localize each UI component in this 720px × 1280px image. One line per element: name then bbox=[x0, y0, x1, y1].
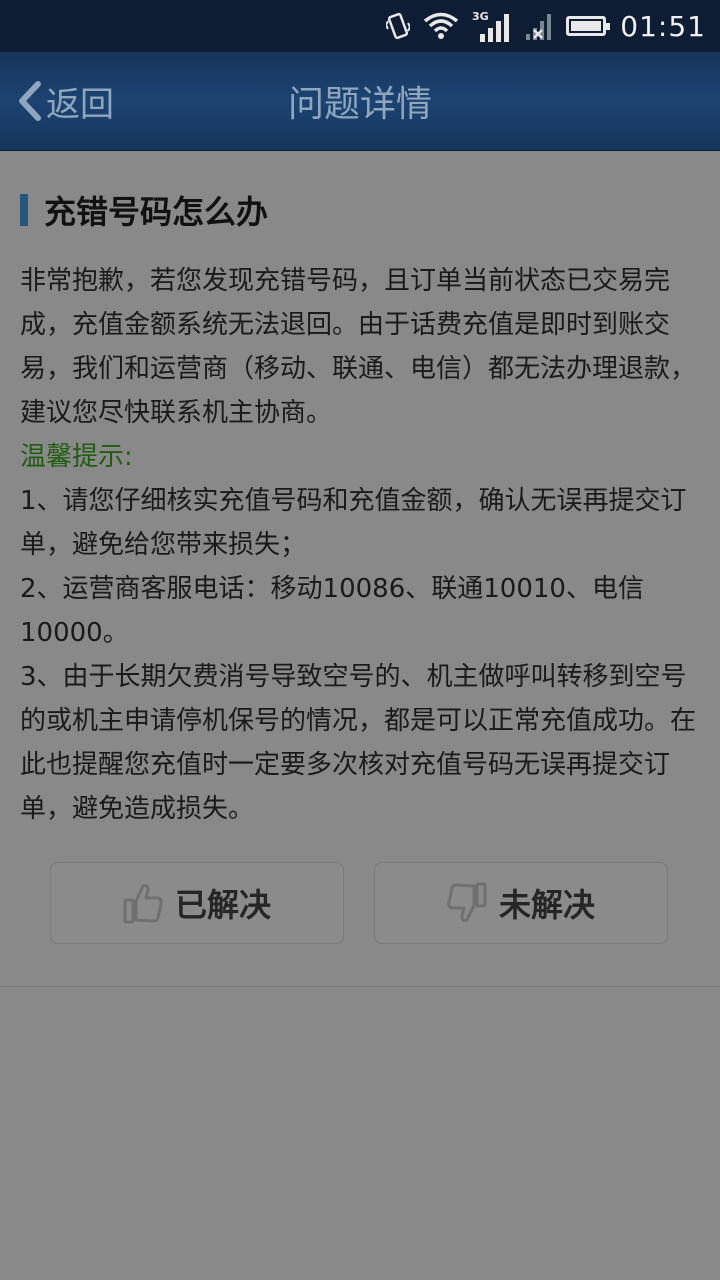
answer-body: 非常抱歉，若您发现充错号码，且订单当前状态已交易完成，充值金额系统无法退回。由于… bbox=[20, 259, 700, 831]
tip-title: 温馨提示: bbox=[20, 442, 133, 472]
title-accent-bar bbox=[20, 194, 28, 226]
solved-button[interactable]: 已解决 bbox=[50, 862, 344, 944]
unsolved-button[interactable]: 未解决 bbox=[374, 862, 668, 944]
question-title-row: 充错号码怎么办 bbox=[20, 191, 268, 231]
divider bbox=[0, 986, 720, 987]
tip-item: 2、运营商客服电话：移动10086、联通10010、电信10000。 bbox=[20, 574, 644, 648]
unsolved-label: 未解决 bbox=[498, 886, 595, 924]
tip-item: 3、由于长期欠费消号导致空号的、机主做呼叫转移到空号的或机主申请停机保号的情况，… bbox=[20, 662, 697, 824]
vibrate-icon bbox=[385, 11, 412, 41]
battery-icon bbox=[566, 16, 611, 36]
back-button[interactable]: 返回 bbox=[14, 52, 114, 150]
answer-intro: 非常抱歉，若您发现充错号码，且订单当前状态已交易完成，充值金额系统无法退回。由于… bbox=[20, 266, 697, 428]
signal-icon: 3G bbox=[472, 10, 510, 42]
solved-label: 已解决 bbox=[174, 886, 271, 924]
no-signal-icon bbox=[524, 12, 552, 40]
header-bar: 问题详情 返回 bbox=[0, 52, 720, 151]
back-label: 返回 bbox=[46, 84, 114, 125]
clock: 01:51 bbox=[620, 9, 706, 43]
question-title: 充错号码怎么办 bbox=[44, 193, 269, 231]
chevron-left-icon bbox=[14, 80, 44, 122]
thumbs-up-icon bbox=[123, 882, 163, 924]
network-type-label: 3G bbox=[472, 10, 489, 23]
tip-item: 1、请您仔细核实充值号码和充值金额，确认无误再提交订单，避免给您带来损失； bbox=[20, 486, 687, 560]
status-bar: 3G 01:51 bbox=[0, 0, 720, 52]
status-icons: 3G 01:51 bbox=[385, 0, 706, 52]
wifi-icon bbox=[424, 12, 459, 40]
thumbs-down-icon bbox=[447, 882, 487, 924]
